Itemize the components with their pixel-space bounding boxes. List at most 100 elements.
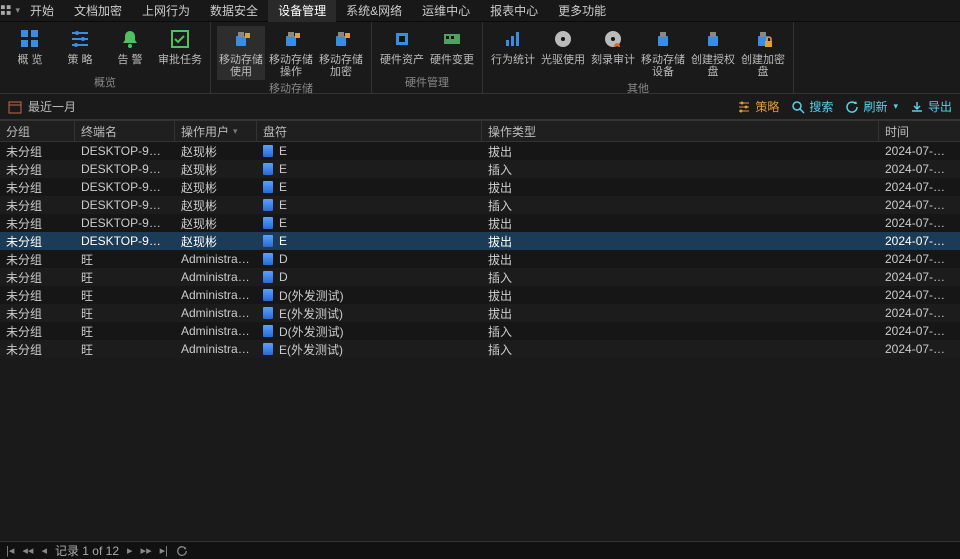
cell: Administrator [175, 288, 257, 302]
ribbon-btn-ms-ops[interactable]: 移动存储操作 [267, 26, 315, 80]
cell: 未分组 [0, 143, 75, 160]
cell: 2024-07-31 18:54:08 [879, 306, 960, 320]
cell: 未分组 [0, 341, 75, 358]
tab-7[interactable]: 报表中心 [480, 0, 548, 22]
col-terminal[interactable]: 终端名 [75, 121, 175, 141]
cell: E [257, 162, 482, 176]
cell: 2024-07-31 18:54:10 [879, 270, 960, 284]
tab-3[interactable]: 数据安全 [200, 0, 268, 22]
refresh-button[interactable]: 刷新 ▾ [845, 98, 898, 115]
status-refresh[interactable] [176, 545, 188, 557]
ribbon-btn-label: 告 警 [117, 54, 142, 66]
ribbon-btn-overview[interactable]: 概 览 [6, 26, 54, 68]
tab-1[interactable]: 文档加密 [64, 0, 132, 22]
export-label: 导出 [928, 98, 952, 115]
table-row[interactable]: 未分组DESKTOP-9G8NA80赵现彬E拔出2024-07-31 18:56… [0, 178, 960, 196]
table-row[interactable]: 未分组旺AdministratorD(外发测试)拔出2024-07-31 18:… [0, 286, 960, 304]
usb-lock-icon [752, 28, 774, 50]
col-user[interactable]: 操作用户▾ [175, 121, 257, 141]
cell: DESKTOP-9G8NA80 [75, 180, 175, 194]
table-row[interactable]: 未分组旺AdministratorD插入2024-07-31 18:54:10 [0, 268, 960, 286]
ribbon-btn-behavior[interactable]: 行为统计 [489, 26, 537, 68]
ribbon-btn-label: 移动存储操作 [267, 54, 315, 78]
nav-next[interactable]: ▸ [127, 544, 133, 557]
tab-5[interactable]: 系统&网络 [336, 0, 412, 22]
status-bar: |◂ ◂◂ ◂ 记录 1 of 12 ▸ ▸▸ ▸| [0, 541, 960, 559]
policy-button[interactable]: 策略 [737, 98, 779, 115]
table-row[interactable]: 未分组DESKTOP-9G8NA80赵现彬E拔出2024-07-31 18:56… [0, 232, 960, 250]
col-op[interactable]: 操作类型 [482, 121, 879, 141]
cell: 2024-07-31 18:56:36 [879, 180, 960, 194]
nav-prev-page[interactable]: ◂◂ [22, 544, 33, 557]
nav-first[interactable]: |◂ [6, 544, 14, 557]
usb-drive-icon [263, 235, 273, 247]
cell: Administrator [175, 324, 257, 338]
filter-bar: 最近一月 策略 搜索 刷新 ▾ 导出 [0, 94, 960, 120]
app-menu-handle[interactable]: ▾ [0, 4, 20, 18]
table-row[interactable]: 未分组旺AdministratorE(外发测试)拔出2024-07-31 18:… [0, 304, 960, 322]
nav-next-page[interactable]: ▸▸ [141, 544, 152, 557]
table-row[interactable]: 未分组DESKTOP-9G8NA80赵现彬E拔出2024-07-31 18:56… [0, 142, 960, 160]
table-row[interactable]: 未分组DESKTOP-9G8NA80赵现彬E插入2024-07-31 18:56… [0, 196, 960, 214]
cell: E(外发测试) [257, 305, 482, 322]
ribbon-btn-label: 硬件资产 [380, 54, 424, 66]
data-table: 分组 终端名 操作用户▾ 盘符 操作类型 时间 未分组DESKTOP-9G8NA… [0, 120, 960, 541]
cell: 赵现彬 [175, 179, 257, 196]
tab-2[interactable]: 上网行为 [132, 0, 200, 22]
ribbon-btn-alert[interactable]: 告 警 [106, 26, 154, 68]
cell: 旺 [75, 341, 175, 358]
table-row[interactable]: 未分组DESKTOP-9G8NA80赵现彬E插入2024-07-31 18:56… [0, 160, 960, 178]
record-counter: 记录 1 of 12 [55, 542, 119, 559]
date-range-filter[interactable]: 最近一月 [8, 98, 76, 115]
usb2-icon [652, 28, 674, 50]
cell: D(外发测试) [257, 287, 482, 304]
ribbon-btn-label: 刻录审计 [591, 54, 635, 66]
ribbon-btn-burn[interactable]: 刻录审计 [589, 26, 637, 68]
cell: DESKTOP-9G8NA80 [75, 234, 175, 248]
nav-last[interactable]: ▸| [160, 544, 168, 557]
cell: 未分组 [0, 233, 75, 250]
tab-4[interactable]: 设备管理 [268, 0, 336, 22]
col-time[interactable]: 时间 [879, 121, 960, 141]
grid-icon [19, 28, 41, 50]
table-row[interactable]: 未分组旺AdministratorD拔出2024-07-31 18:54:12 [0, 250, 960, 268]
cell: 2024-07-31 18:56:38 [879, 162, 960, 176]
search-label: 搜索 [809, 98, 833, 115]
tab-0[interactable]: 开始 [20, 0, 64, 22]
table-body: 未分组DESKTOP-9G8NA80赵现彬E拔出2024-07-31 18:56… [0, 142, 960, 358]
table-header: 分组 终端名 操作用户▾ 盘符 操作类型 时间 [0, 120, 960, 142]
export-button[interactable]: 导出 [910, 98, 952, 115]
ribbon-btn-auth-disk[interactable]: 创建授权盘 [689, 26, 737, 80]
ribbon-btn-hw-change[interactable]: 硬件变更 [428, 26, 476, 68]
ribbon-btn-approval[interactable]: 审批任务 [156, 26, 204, 68]
ribbon-btn-label: 行为统计 [491, 54, 535, 66]
cell: 2024-07-31 18:56:41 [879, 144, 960, 158]
ribbon-group-label: 移动存储 [269, 80, 313, 99]
ribbon-btn-label: 移动存储使用 [217, 54, 265, 78]
cell: 拔出 [482, 251, 879, 268]
ribbon-btn-policy[interactable]: 策 略 [56, 26, 104, 68]
col-group[interactable]: 分组 [0, 121, 75, 141]
ribbon-btn-ms-use[interactable]: 移动存储使用 [217, 26, 265, 80]
cell: Administrator [175, 252, 257, 266]
table-row[interactable]: 未分组DESKTOP-9G8NA80赵现彬E拔出2024-07-31 18:56… [0, 214, 960, 232]
ribbon-btn-ms-device[interactable]: 移动存储设备 [639, 26, 687, 80]
cell: 旺 [75, 287, 175, 304]
tab-6[interactable]: 运维中心 [412, 0, 480, 22]
ribbon-btn-optical[interactable]: 光驱使用 [539, 26, 587, 68]
nav-prev[interactable]: ◂ [41, 544, 47, 557]
cell: 未分组 [0, 287, 75, 304]
ribbon-group-0: 概 览策 略告 警审批任务概览 [0, 22, 211, 93]
usb-drive-icon [263, 145, 273, 157]
ribbon-btn-label: 审批任务 [158, 54, 202, 66]
ribbon-group-label: 硬件管理 [405, 74, 449, 93]
table-row[interactable]: 未分组旺AdministratorD(外发测试)插入2024-07-31 18:… [0, 322, 960, 340]
cell: Administrator [175, 306, 257, 320]
ribbon-btn-enc-disk[interactable]: 创建加密盘 [739, 26, 787, 80]
tab-8[interactable]: 更多功能 [548, 0, 616, 22]
search-button[interactable]: 搜索 [791, 98, 833, 115]
col-drive[interactable]: 盘符 [257, 121, 482, 141]
table-row[interactable]: 未分组旺AdministratorE(外发测试)插入2024-07-31 18:… [0, 340, 960, 358]
ribbon-btn-ms-encrypt[interactable]: 移动存储加密 [317, 26, 365, 80]
ribbon-btn-hw-assets[interactable]: 硬件资产 [378, 26, 426, 68]
